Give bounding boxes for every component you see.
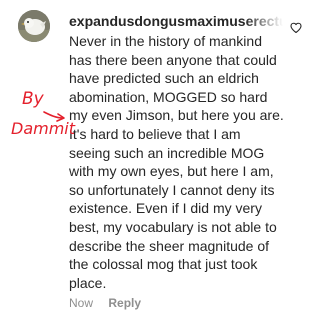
- comment-line: with my own eyes, but here I am,: [69, 163, 274, 180]
- comment-actions: Now Reply: [69, 296, 141, 310]
- comment-line: seeing such an incredible MOG: [69, 144, 265, 161]
- comment-line: my even Jimson, but here you are.: [69, 107, 284, 124]
- comment-line: best, my vocabulary is not able to: [69, 218, 277, 235]
- comment-line: the colossal mog that just took: [69, 256, 258, 273]
- username[interactable]: expandusdongusmaximuserectus: [69, 12, 283, 30]
- annotation-text-dammit: Dammit: [11, 119, 76, 138]
- comment-line: has there been anyone that could: [69, 51, 277, 68]
- comment-line: describe the sheer magnitude of: [69, 237, 270, 254]
- annotation-arrow: [43, 111, 64, 119]
- comment-line: so unfortunately I cannot deny its: [69, 181, 275, 198]
- reply-button[interactable]: Reply: [108, 296, 141, 310]
- comment-body: Never in the history of mankind has ther…: [69, 32, 305, 292]
- avatar[interactable]: [18, 10, 50, 42]
- avatar-image: [18, 10, 50, 42]
- comment-line: existence. Even if I did my very: [69, 200, 262, 217]
- comment-line: place.: [69, 274, 107, 291]
- comment-line: Never in the history of mankind: [69, 33, 262, 49]
- comment-line: have predicted such an eldrich: [69, 70, 259, 87]
- annotation-arrowhead: [56, 113, 65, 122]
- comment-line: abomination, MOGGED so hard: [69, 88, 268, 105]
- comment-timestamp: Now: [69, 296, 94, 310]
- annotation-text-by: By: [22, 89, 45, 109]
- comment-line: It's hard to believe that I am: [69, 125, 241, 142]
